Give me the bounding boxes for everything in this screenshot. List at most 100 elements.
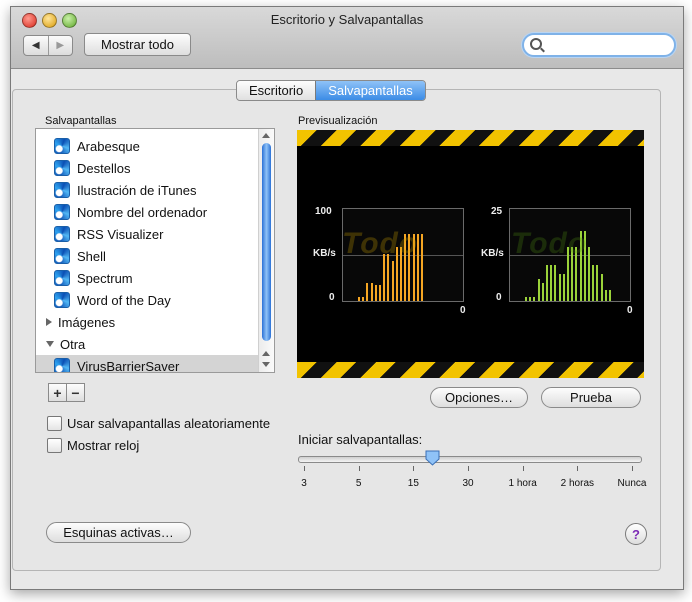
disclosure-triangle-icon[interactable] [46, 318, 52, 326]
help-button[interactable]: ? [625, 523, 647, 545]
slider-tick-label: Nunca [617, 478, 647, 489]
graph-bar [525, 296, 527, 301]
add-button[interactable]: + [48, 383, 67, 402]
screensaver-preview: 100 KB/s 0 0 Todo 25 KB/s 0 0 Todo [297, 130, 644, 378]
scroll-up-icon[interactable] [262, 133, 270, 138]
list-scrollbar[interactable] [258, 129, 274, 372]
right-graph-zero: 0 [627, 305, 633, 316]
hazard-stripe [297, 130, 644, 146]
graph-bar [374, 284, 377, 301]
graph-bar [358, 296, 360, 301]
slider-knob[interactable] [425, 450, 440, 466]
list-item[interactable]: Spectrum [36, 267, 258, 289]
scroll-thumb[interactable] [262, 143, 271, 341]
slider-tick-label: 2 horas [560, 478, 595, 489]
graph-bar [379, 284, 381, 301]
options-button[interactable]: Opciones… [430, 387, 528, 408]
graph-bar [554, 265, 557, 301]
screensaver-icon [54, 138, 70, 154]
hazard-stripe [297, 362, 644, 378]
preview-heading: Previsualización [298, 115, 378, 127]
slider-tick-label: 15 [407, 478, 419, 489]
right-graph-min: 0 [496, 292, 502, 303]
screensaver-icon [54, 270, 70, 286]
left-graph-unit: KB/s [313, 248, 336, 259]
slider-tick [577, 466, 579, 471]
graph-bar [541, 283, 544, 301]
title-bar: Escritorio y Salvapantallas ◀ ▶ Mostrar … [11, 7, 683, 69]
graph-bar [366, 283, 369, 301]
graph-bar [600, 274, 603, 301]
group-otra[interactable]: Otra [36, 333, 258, 355]
tab-escritorio[interactable]: Escritorio [237, 81, 316, 100]
disclosure-triangle-icon[interactable] [46, 341, 54, 347]
slider-tick-label: 30 [462, 478, 474, 489]
right-graph-unit: KB/s [481, 248, 504, 259]
show-all-button[interactable]: Mostrar todo [84, 33, 191, 56]
list-item[interactable]: Arabesque [36, 135, 258, 157]
forward-arrow-icon[interactable]: ▶ [47, 36, 73, 55]
group-imagenes[interactable]: Imágenes [36, 311, 258, 333]
graph-bar [609, 290, 611, 301]
slider-tick [358, 466, 360, 471]
slider-tick [413, 466, 415, 471]
graph-bar [387, 254, 390, 301]
right-watermark: Todo [511, 227, 588, 260]
remove-button[interactable]: − [66, 383, 85, 402]
screensavers-heading: Salvapantallas [45, 115, 117, 127]
list-item[interactable]: Shell [36, 245, 258, 267]
start-time-slider[interactable] [298, 456, 642, 463]
graph-bar [362, 296, 365, 301]
right-graph-max: 25 [491, 206, 503, 217]
left-watermark: Todo [342, 227, 419, 260]
left-graph-zero: 0 [460, 305, 466, 316]
hot-corners-button[interactable]: Esquinas activas… [46, 522, 191, 543]
search-icon [530, 38, 542, 50]
random-screensaver-checkbox[interactable]: Usar salvapantallas aleatoriamente [47, 416, 270, 431]
graph-bar [391, 260, 394, 301]
left-graph-max: 100 [315, 206, 332, 217]
graph-bar [604, 290, 607, 301]
test-button[interactable]: Prueba [541, 387, 641, 408]
slider-tick [468, 466, 469, 471]
screensaver-list[interactable]: Arabesque Destellos Ilustración de iTune… [35, 128, 275, 373]
left-graph-min: 0 [329, 292, 335, 303]
list-item[interactable]: VirusBarrierSaver [36, 355, 258, 372]
slider-tick [522, 466, 524, 471]
scroll-up-icon[interactable] [262, 351, 270, 356]
navigation-buttons: ◀ ▶ [23, 35, 73, 56]
slider-tick [304, 466, 305, 471]
list-item[interactable]: Destellos [36, 157, 258, 179]
graph-bar [529, 296, 532, 301]
list-item[interactable]: Word of the Day [36, 289, 258, 311]
screensaver-icon [54, 292, 70, 308]
slider-tick-label: 1 hora [508, 478, 537, 489]
screensaver-icon [54, 182, 70, 198]
list-item[interactable]: Nombre del ordenador [36, 201, 258, 223]
slider-tick-label: 5 [355, 478, 362, 489]
tab-salvapantallas[interactable]: Salvapantallas [315, 81, 425, 100]
slider-tick [632, 466, 633, 471]
show-clock-checkbox[interactable]: Mostrar reloj [47, 438, 139, 453]
search-input[interactable] [522, 33, 676, 57]
checkbox-box[interactable] [47, 438, 62, 453]
checkbox-box[interactable] [47, 416, 62, 431]
graph-bar [537, 278, 540, 301]
graph-bar [596, 265, 599, 301]
back-arrow-icon[interactable]: ◀ [24, 36, 48, 55]
screensaver-icon [54, 160, 70, 176]
list-item[interactable]: Ilustración de iTunes [36, 179, 258, 201]
screensaver-icon [54, 226, 70, 242]
window-title: Escritorio y Salvapantallas [270, 12, 424, 27]
graph-bar [370, 283, 373, 301]
graph-bar [421, 233, 423, 301]
tab-bar: Escritorio Salvapantallas [236, 80, 426, 101]
graph-bar [533, 296, 536, 301]
screensaver-icon [54, 204, 70, 220]
graph-bar [562, 274, 565, 301]
scroll-down-icon[interactable] [262, 362, 270, 367]
list-item[interactable]: RSS Visualizer [36, 223, 258, 245]
graph-bar [592, 265, 595, 301]
screensaver-icon [54, 248, 70, 264]
graph-bar [550, 265, 553, 301]
